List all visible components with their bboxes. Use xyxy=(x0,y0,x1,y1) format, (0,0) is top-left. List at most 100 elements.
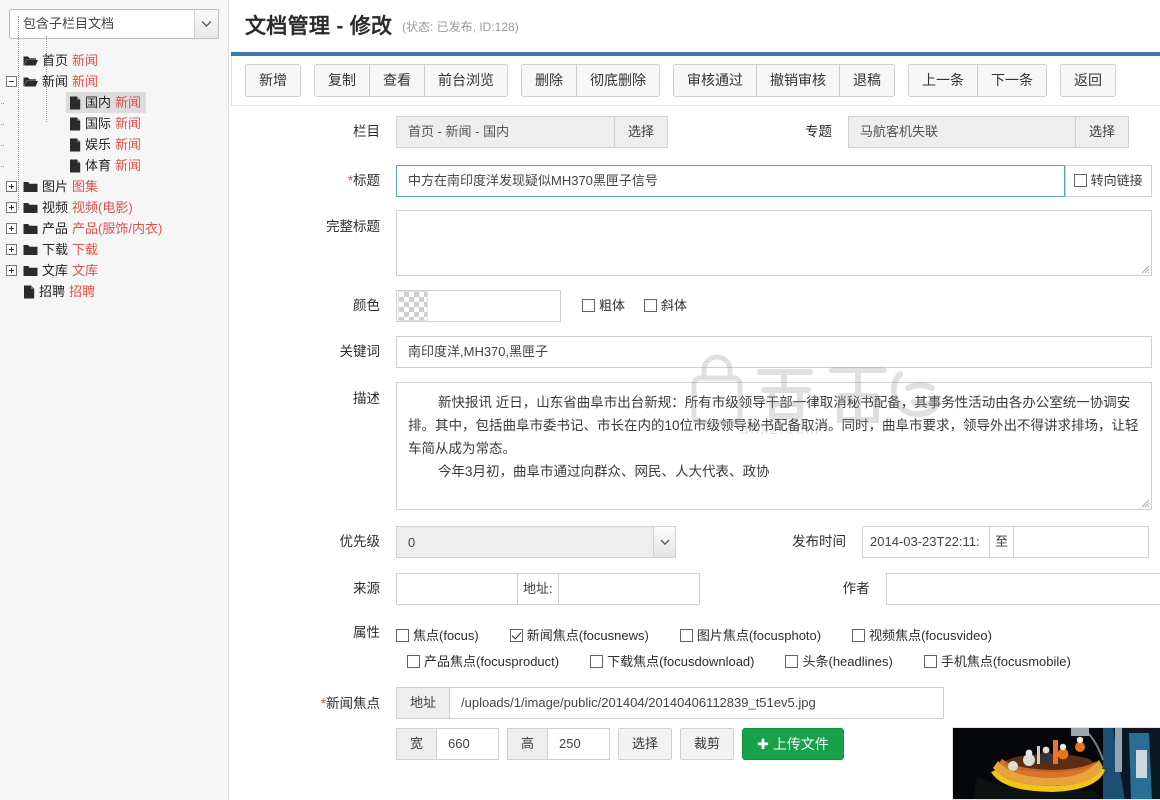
collapse-toggle-icon[interactable] xyxy=(6,76,17,88)
description-label: 描述 xyxy=(353,391,380,406)
image-select-button[interactable]: 选择 xyxy=(618,728,673,760)
image-crop-button[interactable]: 裁剪 xyxy=(680,728,735,760)
toolbar-button-上一条[interactable]: 上一条 xyxy=(908,64,978,97)
special-select-button[interactable]: 选择 xyxy=(1076,116,1130,148)
attribute-label: 焦点(focus) xyxy=(413,627,479,643)
tree-connector xyxy=(0,166,4,167)
description-textarea[interactable]: 新快报讯 近日，山东省曲阜市出台新规：所有市级领导干部一律取消秘书配备，其事务性… xyxy=(396,382,1152,510)
tree-item-label: 国际 xyxy=(85,116,112,131)
attribute-checkbox-item[interactable]: 新闻焦点(focusnews) xyxy=(509,625,649,644)
attribute-checkbox[interactable] xyxy=(852,628,866,642)
special-input[interactable]: 马航客机失联 xyxy=(848,116,1077,148)
expand-toggle-icon[interactable] xyxy=(6,181,17,193)
bold-checkbox-item[interactable]: 粗体 xyxy=(582,290,625,322)
tree-item-国内[interactable]: 国内 新闻 xyxy=(0,92,228,113)
toolbar-button-新增[interactable]: 新增 xyxy=(245,64,301,97)
image-preview-thumbnail[interactable] xyxy=(951,727,1160,800)
title-input[interactable]: 中方在南印度洋发现疑似MH370黑匣子信号 xyxy=(396,165,1065,197)
row-attributes: 属性 焦点(focus) 新闻焦点(focusnews) 图片焦点(focuspho… xyxy=(231,621,1160,673)
toolbar-button-下一条[interactable]: 下一条 xyxy=(978,64,1047,97)
attribute-checkbox-item[interactable]: 头条(headlines) xyxy=(785,651,893,670)
tree-item-体育[interactable]: 体育 新闻 xyxy=(0,155,228,176)
toolbar-button-返回[interactable]: 返回 xyxy=(1060,64,1116,97)
chevron-down-icon[interactable] xyxy=(653,527,675,557)
attribute-checkbox-item[interactable]: 下载焦点(focusdownload) xyxy=(590,651,754,670)
redirect-checkbox[interactable] xyxy=(1073,174,1087,187)
tree-item-label: 文库 xyxy=(42,263,69,278)
tree-item-category: 招聘 xyxy=(69,284,96,299)
tree-item-文库[interactable]: 文库 文库 xyxy=(6,260,228,281)
file-icon xyxy=(70,138,81,152)
attribute-checkbox[interactable] xyxy=(679,628,693,642)
publish-time-start-input[interactable]: 2014-03-23T22:11: xyxy=(862,526,990,558)
attribute-label: 图片焦点(focusphoto) xyxy=(696,627,822,643)
toolbar-button-删除[interactable]: 删除 xyxy=(521,64,577,97)
attribute-checkbox-item[interactable]: 视频焦点(focusvideo) xyxy=(852,625,992,644)
file-icon xyxy=(70,96,81,110)
attribute-label: 手机焦点(focusmobile) xyxy=(940,653,1071,669)
chevron-down-icon[interactable] xyxy=(194,10,218,38)
full-title-textarea[interactable] xyxy=(396,210,1152,276)
column-input[interactable]: 首页 - 新闻 - 国内 xyxy=(396,116,615,148)
tree-item-content: 招聘 招聘 xyxy=(20,281,100,302)
tree-item-娱乐[interactable]: 娱乐 新闻 xyxy=(0,134,228,155)
news-focus-address-input[interactable]: /uploads/1/image/public/201404/201404061… xyxy=(450,687,945,719)
expand-toggle-icon[interactable] xyxy=(6,265,17,277)
tree-item-国际[interactable]: 国际 新闻 xyxy=(0,113,228,134)
toolbar-button-复制[interactable]: 复制 xyxy=(314,64,370,97)
attribute-checkbox[interactable] xyxy=(407,654,420,668)
attribute-checkbox-item[interactable]: 产品焦点(focusproduct) xyxy=(407,651,559,670)
italic-checkbox-item[interactable]: 斜体 xyxy=(644,290,687,322)
tree-item-content: 图片 图集 xyxy=(20,176,103,197)
bold-checkbox[interactable] xyxy=(582,299,595,312)
upload-file-button[interactable]: ✚ 上传文件 xyxy=(742,728,844,760)
toolbar: 新增 复制 查看 前台浏览 删除 彻底删除 审核通过 撤销审核 退稿 上一条 下一条 返回 xyxy=(231,56,1160,106)
upload-file-label: 上传文件 xyxy=(772,736,829,752)
column-filter-select[interactable]: 包含子栏目文档 xyxy=(9,9,219,39)
expand-toggle-icon[interactable] xyxy=(6,202,17,214)
tree-item-产品[interactable]: 产品 产品(服饰/内衣) xyxy=(6,218,228,239)
keywords-input[interactable]: 南印度洋,MH370,黑匣子 xyxy=(396,336,1152,368)
toolbar-button-审核通过[interactable]: 审核通过 xyxy=(673,64,757,97)
tree-item-下载[interactable]: 下载 下载 xyxy=(6,239,228,260)
expand-toggle-icon[interactable] xyxy=(6,244,17,256)
attribute-checkbox[interactable] xyxy=(509,628,523,642)
attribute-checkbox[interactable] xyxy=(396,628,409,642)
tree-item-label: 国内 xyxy=(85,95,112,110)
height-input[interactable]: 250 xyxy=(548,728,611,760)
width-input[interactable]: 660 xyxy=(437,728,500,760)
author-input[interactable] xyxy=(885,573,1160,605)
document-form: 栏目 首页 - 新闻 - 国内 选择 专题 马航客机失联 选择 *标题 中方在南… xyxy=(229,116,1160,760)
color-label: 颜色 xyxy=(353,298,380,313)
color-swatch-icon[interactable] xyxy=(398,291,428,321)
toolbar-group-5: 上一条 下一条 xyxy=(908,64,1047,97)
attribute-checkbox[interactable] xyxy=(590,654,604,668)
tree-item-视频[interactable]: 视频 视频(电影) xyxy=(6,197,228,218)
expand-toggle-icon[interactable] xyxy=(6,223,17,235)
title-label-text: 标题 xyxy=(353,173,380,188)
publish-time-end-input[interactable] xyxy=(1014,526,1150,558)
priority-select[interactable]: 0 xyxy=(396,526,676,558)
page-title: 文档管理 - 修改 xyxy=(245,15,393,38)
attribute-checkbox[interactable] xyxy=(785,654,799,668)
tree-item-首页[interactable]: 首页 新闻 xyxy=(6,50,228,71)
toolbar-button-彻底删除[interactable]: 彻底删除 xyxy=(577,64,660,97)
redirect-link-toggle[interactable]: 转向链接 xyxy=(1064,165,1152,197)
color-input[interactable] xyxy=(396,290,561,322)
tree-item-label: 娱乐 xyxy=(85,137,112,152)
column-select-button[interactable]: 选择 xyxy=(615,116,669,148)
tree-item-图片[interactable]: 图片 图集 xyxy=(6,176,228,197)
toolbar-button-撤销审核[interactable]: 撤销审核 xyxy=(757,64,840,97)
attribute-checkbox-item[interactable]: 手机焦点(focusmobile) xyxy=(923,651,1071,670)
toolbar-button-前台浏览[interactable]: 前台浏览 xyxy=(425,64,508,97)
tree-item-新闻[interactable]: 新闻 新闻 xyxy=(6,71,228,92)
source-input[interactable] xyxy=(396,573,518,605)
attribute-checkbox-item[interactable]: 图片焦点(focusphoto) xyxy=(679,625,822,644)
toolbar-button-查看[interactable]: 查看 xyxy=(370,64,425,97)
attribute-checkbox-item[interactable]: 焦点(focus) xyxy=(396,625,479,644)
italic-checkbox[interactable] xyxy=(644,299,658,312)
attribute-checkbox[interactable] xyxy=(923,654,937,668)
source-url-input[interactable] xyxy=(558,573,700,605)
toolbar-button-退稿[interactable]: 退稿 xyxy=(840,64,895,97)
tree-item-招聘[interactable]: 招聘 招聘 xyxy=(6,281,228,302)
